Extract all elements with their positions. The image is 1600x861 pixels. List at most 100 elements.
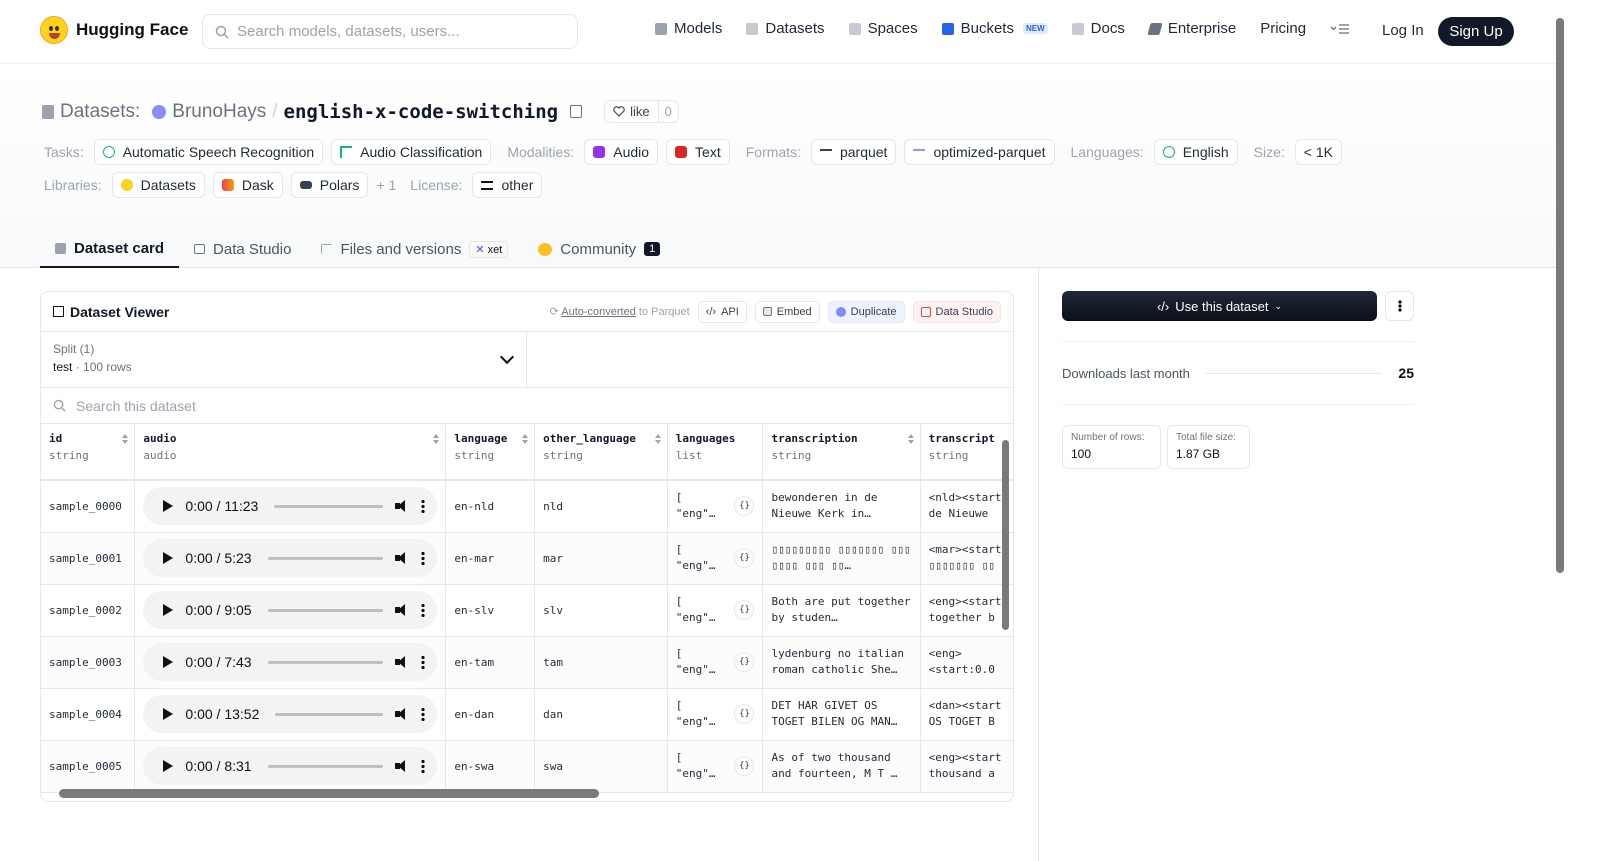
audio-progress-track[interactable] [267,608,384,612]
cell-id[interactable]: sample_0003 [41,636,136,689]
audio-player[interactable]: 0:00 / 11:23 [143,487,438,526]
audio-player[interactable]: 0:00 / 13:52 [143,695,438,733]
owner-link[interactable]: BrunoHays [172,101,266,123]
tag-size[interactable]: < 1K [1294,139,1342,165]
dataset-name-link[interactable]: english-x-code-switching [284,101,559,123]
json-icon[interactable]: {} [734,600,755,620]
column-header-other-language[interactable]: other_language string [534,424,668,481]
tab-data-studio[interactable]: Data Studio [179,230,306,268]
cell-languages[interactable]: [ "eng"… {} [667,584,764,637]
json-icon[interactable]: {} [734,652,755,672]
nav-buckets[interactable]: Buckets NEW [941,20,1048,37]
nav-enterprise[interactable]: Enterprise [1147,20,1236,37]
json-icon[interactable]: {} [734,496,755,517]
audio-player[interactable]: 0:00 / 8:31 [143,747,438,785]
dataset-search[interactable] [41,388,1013,424]
json-icon[interactable]: {} [734,548,755,568]
like-button[interactable]: like 0 [604,100,679,123]
nav-docs[interactable]: Docs [1071,20,1125,37]
sort-icon[interactable] [907,434,914,444]
cell-transcription[interactable]: ▯▯▯▯▯▯▯▯▯ ▯▯▯▯▯▯▯ ▯▯▯ ▯▯▯▯ ▯▯▯ ▯▯… [762,532,921,585]
play-icon[interactable] [163,500,174,513]
table-row[interactable]: sample_0004 0:00 / 13:52 en-dan dan[ "eng"…… [41,688,1013,741]
tab-dataset-card[interactable]: Dataset card [40,230,180,268]
split-selector[interactable]: Split (1) test · 100 rows [41,332,527,387]
kebab-icon[interactable] [421,655,426,669]
cell-id[interactable]: sample_0000 [41,480,136,533]
auto-converted-link[interactable]: Auto-converted [561,306,636,318]
audio-progress-track[interactable] [267,764,384,768]
libraries-more[interactable]: + 1 [376,177,396,193]
play-icon[interactable] [163,604,174,616]
signup-button[interactable]: Sign Up [1438,17,1514,46]
cell-other-language[interactable]: nld [534,480,668,533]
audio-progress-track[interactable] [267,660,384,664]
viewer-horizontal-scrollbar[interactable] [59,789,599,798]
volume-icon[interactable] [395,604,409,616]
nav-spaces[interactable]: Spaces [848,20,918,37]
nav-models[interactable]: Models [655,20,722,37]
json-icon[interactable]: {} [734,756,755,776]
cell-other-language[interactable]: mar [534,532,668,585]
cell-transcript[interactable]: <dan><start OS TOGET B [920,688,1013,741]
table-row[interactable]: sample_0000 0:00 / 11:23 en-nld nld[ "eng"…… [41,480,1013,533]
cell-languages[interactable]: [ "eng"… {} [667,532,764,585]
audio-player[interactable]: 0:00 / 7:43 [143,643,438,681]
cell-other-language[interactable]: swa [534,740,668,793]
json-icon[interactable]: {} [734,704,755,724]
nav-pricing[interactable]: Pricing [1260,20,1306,37]
brand-logo[interactable]: Hugging Face [40,16,188,44]
column-header-transcript[interactable]: transcript string [920,424,1013,481]
tag-parquet[interactable]: parquet [810,139,897,165]
page-scrollbar[interactable] [1556,18,1564,573]
cell-language[interactable]: en-slv [445,584,536,637]
cell-transcription[interactable]: bewonderen in de Nieuwe Kerk in… [762,480,921,533]
volume-icon[interactable] [395,552,409,564]
cell-language[interactable]: en-nld [445,480,536,533]
cell-transcript[interactable]: <mar><start ▯▯▯▯▯▯▯ ▯▯ [920,532,1013,585]
audio-progress-track[interactable] [275,712,384,716]
global-search[interactable] [202,14,578,49]
viewer-vertical-scrollbar[interactable] [1002,440,1009,630]
kebab-icon[interactable] [421,603,426,617]
volume-icon[interactable] [395,708,409,720]
table-row[interactable]: sample_0003 0:00 / 7:43 en-tam tam[ "eng"… {… [41,636,1013,689]
play-icon[interactable] [163,552,174,564]
volume-icon[interactable] [395,656,409,668]
data-studio-button[interactable]: Data Studio [912,300,1001,323]
cell-id[interactable]: sample_0002 [41,584,136,637]
cell-transcription[interactable]: lydenburg no italian roman catholic She… [762,636,921,689]
tag-text[interactable]: Text [666,139,730,165]
use-dataset-button[interactable]: ‹/› Use this dataset ⌄ [1062,291,1377,321]
audio-player[interactable]: 0:00 / 5:23 [143,539,438,577]
table-row[interactable]: sample_0002 0:00 / 9:05 en-slv slv[ "eng"… {… [41,584,1013,637]
cell-id[interactable]: sample_0004 [41,688,136,741]
kebab-icon[interactable] [421,499,426,514]
tag-datasets-lib[interactable]: Datasets [111,172,205,198]
tab-files[interactable]: Files and versions ✕ xet [306,230,523,268]
sort-icon[interactable] [122,434,129,444]
column-header-id[interactable]: id string [41,424,136,481]
tag-audio-classification[interactable]: Audio Classification [331,139,492,165]
cell-languages[interactable]: [ "eng"… {} [667,740,764,793]
sort-icon[interactable] [433,434,440,444]
kebab-icon[interactable] [421,759,426,773]
cell-transcript[interactable]: <eng> <start:0.0 [920,636,1013,689]
tag-optimized-parquet[interactable]: optimized-parquet [904,139,1055,165]
tag-audio[interactable]: Audio [584,139,659,165]
cell-languages[interactable]: [ "eng"… {} [667,636,764,689]
cell-languages[interactable]: [ "eng"… {} [667,688,764,741]
nav-more-menu[interactable] [1330,23,1350,35]
cell-language[interactable]: en-mar [445,532,536,585]
cell-transcription[interactable]: Both are put together by studen… [762,584,921,637]
login-link[interactable]: Log In [1382,22,1424,39]
cell-transcript[interactable]: <eng><start thousand a [920,740,1013,793]
embed-button[interactable]: Embed [754,300,820,323]
dataset-search-input[interactable] [76,397,676,414]
volume-icon[interactable] [395,760,409,772]
copy-icon[interactable] [570,105,583,118]
kebab-icon[interactable] [421,707,426,721]
play-icon[interactable] [163,760,174,772]
cell-other-language[interactable]: slv [534,584,668,637]
api-button[interactable]: ‹/› API [697,300,747,323]
